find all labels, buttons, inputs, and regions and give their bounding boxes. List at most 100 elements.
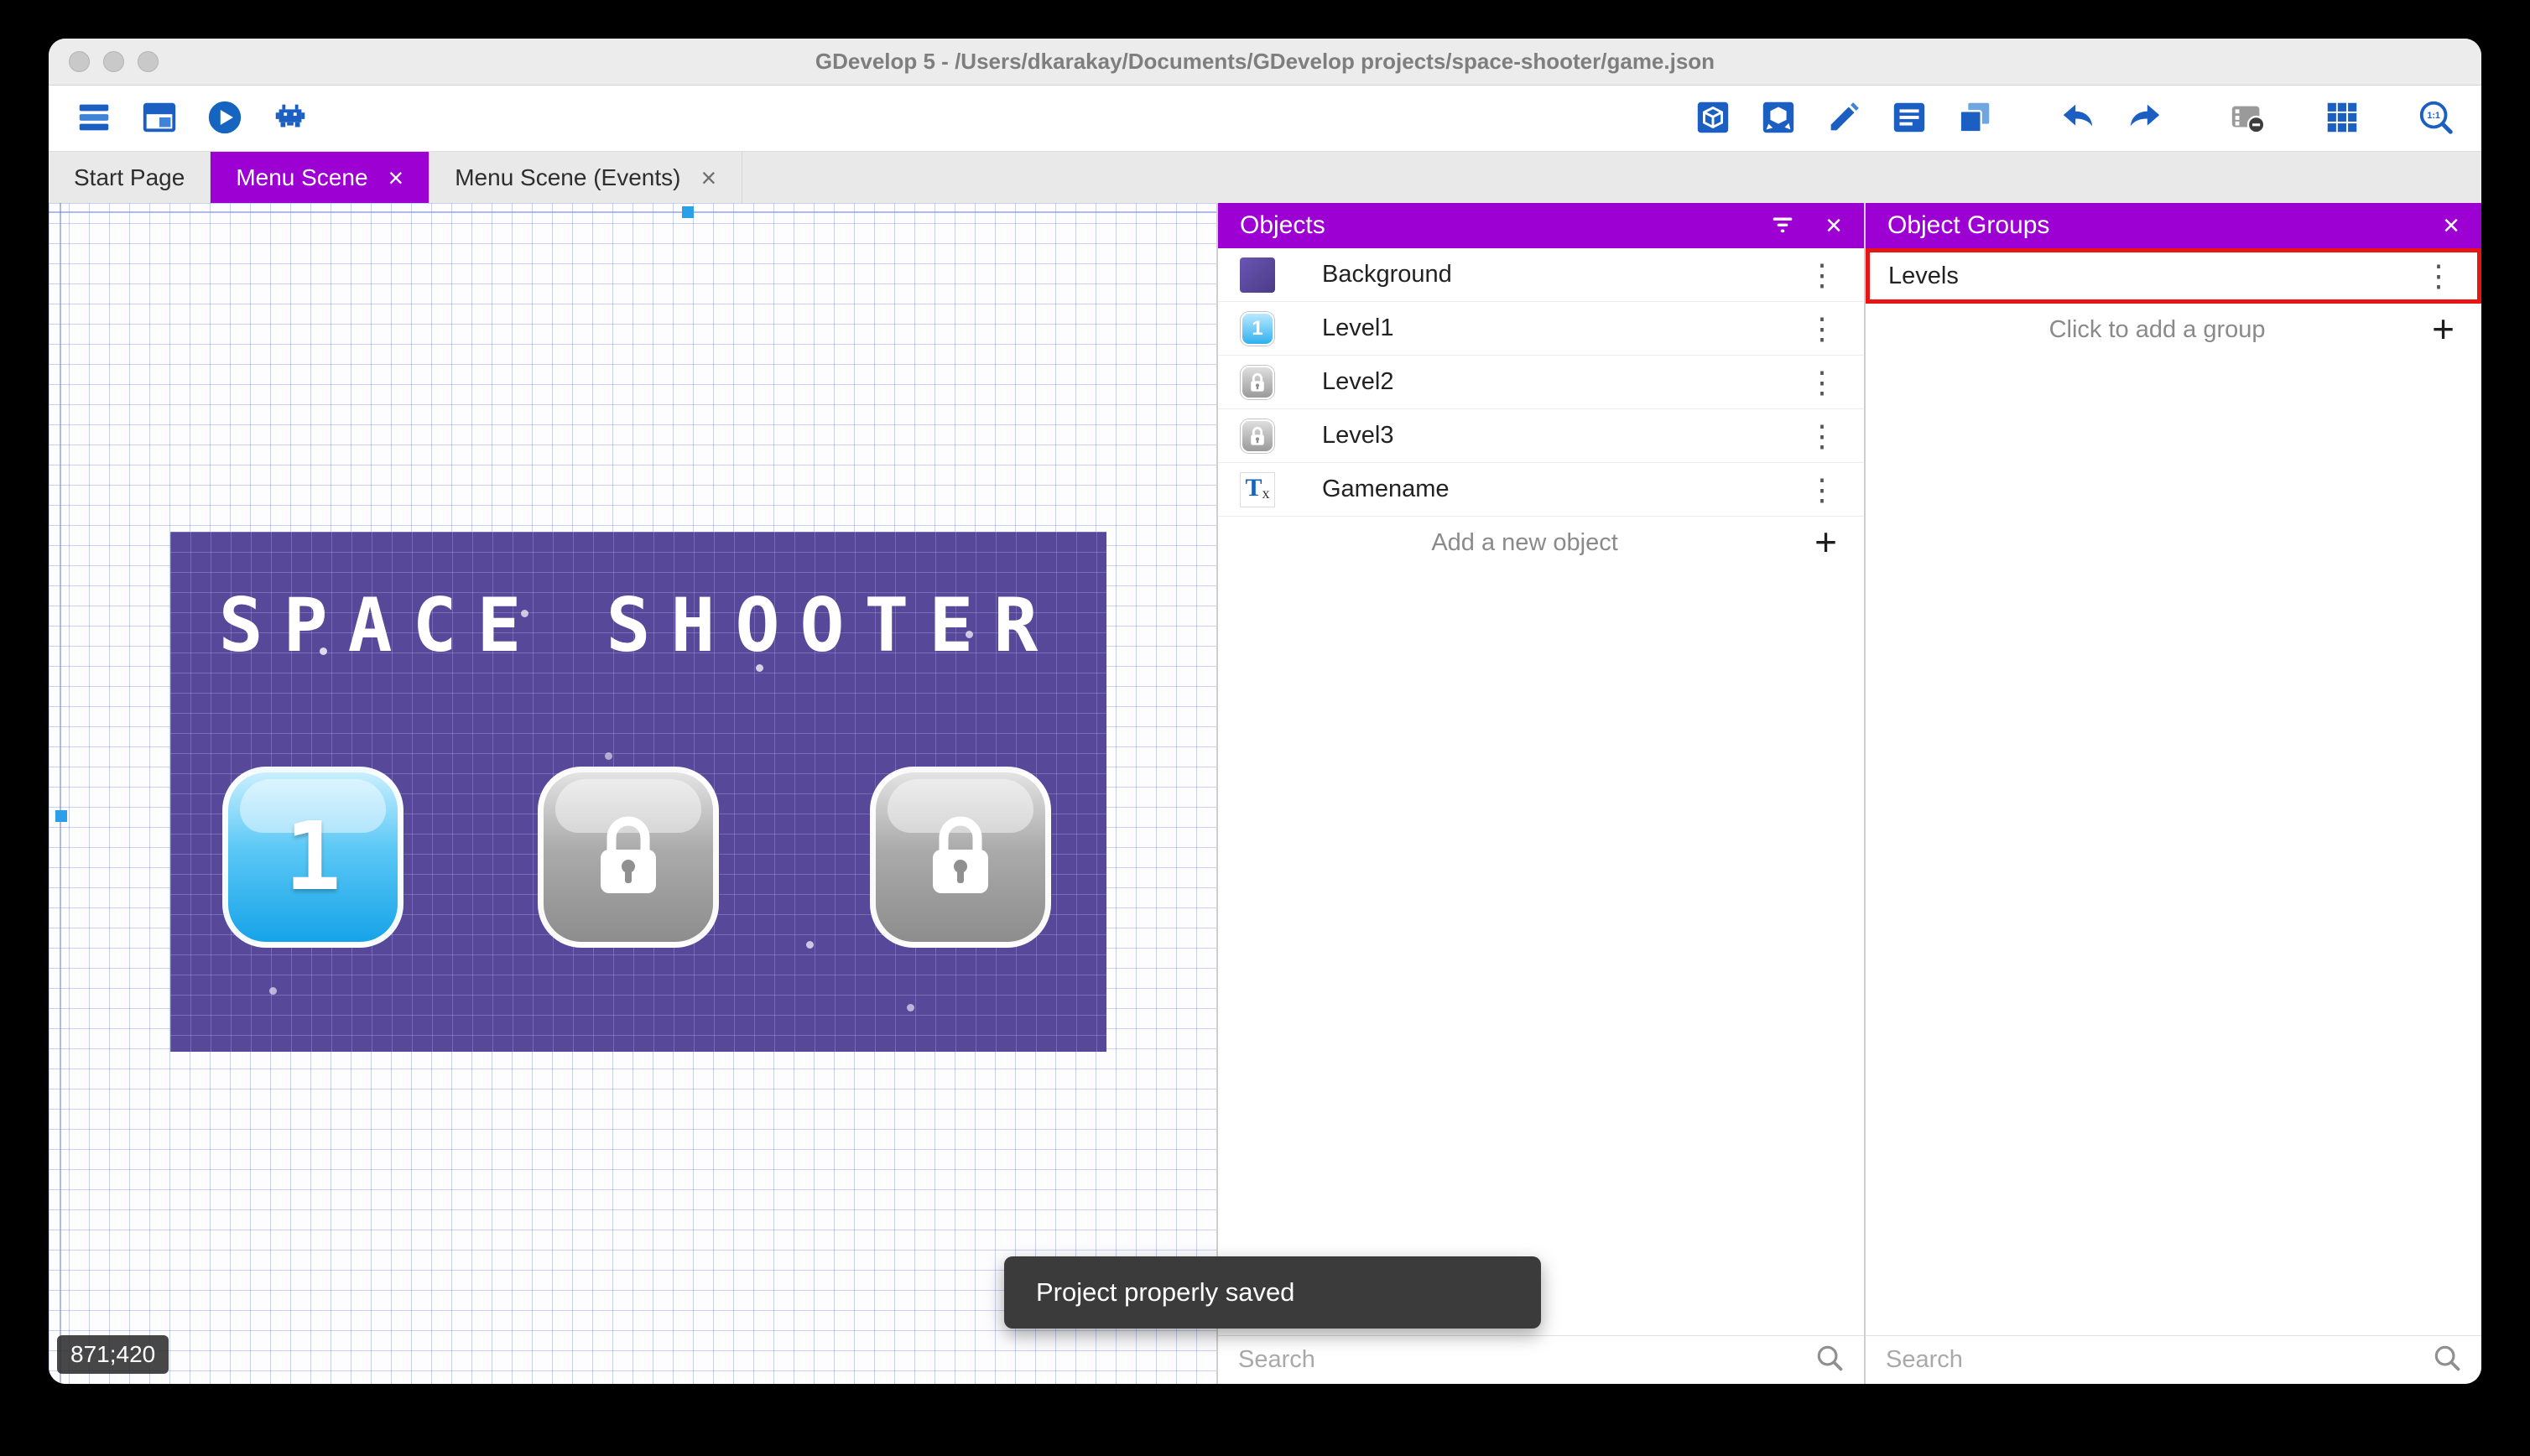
- filter-icon: [1768, 211, 1797, 242]
- object-groups-panel-close-button[interactable]: ×: [2443, 211, 2460, 240]
- window-controls: [49, 51, 159, 72]
- tab-bar: Start Page Menu Scene × Menu Scene (Even…: [49, 151, 2481, 203]
- object-row-background[interactable]: Background ⋮: [1218, 248, 1864, 302]
- groups-search-row: [1866, 1335, 2481, 1384]
- open-scene-button[interactable]: [138, 96, 181, 140]
- zoom-ratio-label: 1:1: [2427, 111, 2440, 121]
- layers-button[interactable]: [1953, 96, 1996, 140]
- title-bar: GDevelop 5 - /Users/dkarakay/Documents/G…: [49, 39, 2481, 86]
- minimize-window-button[interactable]: [103, 51, 124, 72]
- object-name: Level1: [1322, 315, 1802, 342]
- objects-search-row: [1218, 1335, 1864, 1384]
- scene-canvas[interactable]: SPACE SHOOTER 1 871;420: [49, 203, 1216, 1384]
- zoom-magnifier-icon: 1:1: [2417, 98, 2455, 139]
- grid-icon: [2323, 98, 2361, 139]
- level2-thumbnail-icon: [1240, 365, 1275, 400]
- close-window-button[interactable]: [69, 51, 90, 72]
- level2-button-object[interactable]: [538, 767, 719, 948]
- level1-thumbnail-icon: 1: [1240, 311, 1275, 346]
- level1-number: 1: [284, 803, 341, 912]
- object-row-level1[interactable]: 1 Level1 ⋮: [1218, 302, 1864, 356]
- toolbar-right-group: 1:1: [1691, 96, 2458, 140]
- toolbar-left-group: [72, 96, 312, 140]
- edit-scene-button[interactable]: [1822, 96, 1866, 140]
- project-manager-icon: [75, 98, 113, 139]
- object-name: Level3: [1322, 422, 1802, 450]
- add-group-plus-icon[interactable]: +: [2427, 311, 2460, 347]
- objects-panel-close-button[interactable]: ×: [1825, 211, 1842, 240]
- object-menu-ellipsis-icon[interactable]: ⋮: [1802, 314, 1842, 344]
- groups-search-input[interactable]: [1884, 1345, 2421, 1375]
- add-new-object-row[interactable]: Add a new object +: [1218, 517, 1864, 569]
- scene-window-icon: [140, 98, 179, 139]
- text-object-thumbnail-icon: Tx: [1240, 472, 1275, 507]
- main-toolbar: 1:1: [49, 86, 2481, 151]
- window-title: GDevelop 5 - /Users/dkarakay/Documents/G…: [49, 49, 2481, 75]
- tab-label: Menu Scene (Events): [455, 164, 680, 191]
- level1-button-object[interactable]: 1: [222, 767, 403, 948]
- scene-handle-top[interactable]: [682, 206, 694, 218]
- objects-filter-button[interactable]: [1768, 211, 1797, 242]
- toggle-mask-button[interactable]: [2226, 96, 2270, 140]
- object-row-level2[interactable]: Level2 ⋮: [1218, 356, 1864, 409]
- background-object[interactable]: SPACE SHOOTER 1: [170, 532, 1106, 1052]
- object-groups-panel-header: Object Groups ×: [1866, 203, 2481, 248]
- lock-icon: [586, 809, 670, 906]
- level3-button-object[interactable]: [870, 767, 1051, 948]
- object-row-level3[interactable]: Level3 ⋮: [1218, 409, 1864, 463]
- extensions-cube-icon: [1759, 98, 1798, 139]
- project-manager-button[interactable]: [72, 96, 116, 140]
- object-menu-ellipsis-icon[interactable]: ⋮: [1802, 475, 1842, 505]
- tab-close-icon[interactable]: ×: [388, 164, 404, 191]
- tab-label: Menu Scene: [236, 164, 367, 191]
- tab-start-page[interactable]: Start Page: [49, 152, 211, 203]
- add-new-object-label: Add a new object: [1240, 529, 1809, 557]
- scene-properties-button[interactable]: [1887, 96, 1931, 140]
- tab-label: Start Page: [74, 164, 185, 191]
- zoom-window-button[interactable]: [138, 51, 159, 72]
- tab-menu-scene-events[interactable]: Menu Scene (Events) ×: [429, 152, 742, 203]
- object-menu-ellipsis-icon[interactable]: ⋮: [1802, 421, 1842, 451]
- level3-thumbnail-icon: [1240, 419, 1275, 454]
- redo-button[interactable]: [2122, 96, 2166, 140]
- add-group-label: Click to add a group: [1887, 316, 2427, 344]
- object-menu-ellipsis-icon[interactable]: ⋮: [1802, 367, 1842, 398]
- lock-icon: [919, 809, 1002, 906]
- extensions-button[interactable]: [1757, 96, 1800, 140]
- play-preview-button[interactable]: [203, 96, 247, 140]
- object-name: Gamename: [1322, 476, 1802, 503]
- group-name: Levels: [1888, 263, 2418, 290]
- game-title-object[interactable]: SPACE SHOOTER: [170, 582, 1106, 668]
- debug-bug-icon: [271, 98, 310, 139]
- tab-close-icon[interactable]: ×: [700, 164, 716, 191]
- scene-top-border: [49, 211, 1216, 213]
- film-mask-icon: [2229, 98, 2267, 139]
- objects-panel-title: Objects: [1240, 211, 1768, 240]
- toggle-grid-button[interactable]: [2320, 96, 2364, 140]
- add-object-plus-icon[interactable]: +: [1809, 524, 1842, 560]
- undo-button[interactable]: [2057, 96, 2101, 140]
- group-row-levels-highlighted[interactable]: Levels ⋮: [1866, 248, 2481, 304]
- objects-panel-header: Objects ×: [1218, 203, 1864, 248]
- objects-search-input[interactable]: [1236, 1345, 1804, 1375]
- scene-handle-left[interactable]: [55, 810, 67, 822]
- search-icon: [2431, 1342, 2463, 1378]
- export-button[interactable]: [1691, 96, 1735, 140]
- object-name: Level2: [1322, 368, 1802, 396]
- objects-panel: Objects × Background ⋮ 1 Level1 ⋮: [1216, 203, 1864, 1384]
- scene-left-border: [60, 203, 61, 1384]
- group-menu-ellipsis-icon[interactable]: ⋮: [2418, 261, 2459, 291]
- object-menu-ellipsis-icon[interactable]: ⋮: [1802, 260, 1842, 290]
- object-row-gamename[interactable]: Tx Gamename ⋮: [1218, 463, 1864, 517]
- pencil-icon: [1825, 98, 1863, 139]
- cursor-coordinates-badge: 871;420: [57, 1335, 169, 1374]
- stars-decoration: [170, 532, 174, 536]
- search-icon: [1814, 1342, 1845, 1378]
- app-window: GDevelop 5 - /Users/dkarakay/Documents/G…: [49, 39, 2481, 1384]
- object-groups-panel-title: Object Groups: [1887, 211, 2443, 240]
- add-group-row[interactable]: Click to add a group +: [1866, 304, 2481, 356]
- debug-preview-button[interactable]: [268, 96, 312, 140]
- tab-menu-scene[interactable]: Menu Scene ×: [211, 152, 429, 203]
- zoom-reset-button[interactable]: 1:1: [2414, 96, 2458, 140]
- save-toast: Project properly saved: [1004, 1256, 1541, 1329]
